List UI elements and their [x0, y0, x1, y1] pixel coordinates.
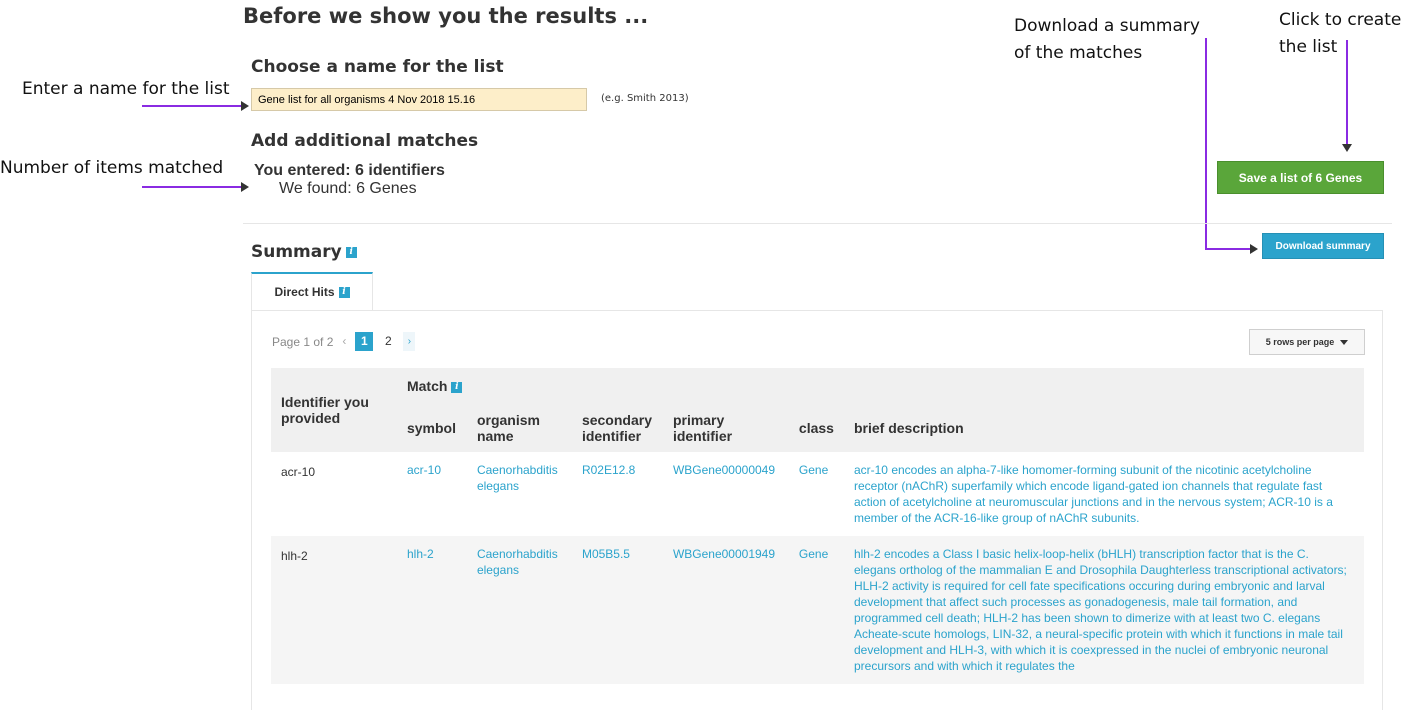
organism-link[interactable]: Caenorhabditis elegans	[466, 536, 572, 684]
column-header-primary: primary identifier	[662, 404, 789, 452]
identifier-cell: acr-10	[271, 452, 397, 536]
annotation-create-line1: Click to create	[1279, 10, 1402, 30]
primary-identifier-link[interactable]: WBGene00000049	[662, 452, 789, 536]
column-header-description: brief description	[843, 404, 1364, 452]
list-name-example: (e.g. Smith 2013)	[601, 93, 689, 104]
description-link[interactable]: acr-10 encodes an alpha-7-like homomer-f…	[843, 452, 1364, 536]
table-row: acr-10 acr-10 Caenorhabditis elegans R02…	[271, 452, 1364, 536]
arrow-down-icon	[1342, 144, 1352, 152]
page-button-1[interactable]: 1	[355, 332, 374, 351]
next-page-button[interactable]: ›	[403, 332, 416, 351]
match-header-label: Match	[406, 378, 448, 394]
rows-per-page-select[interactable]: 5 rows per page	[1249, 329, 1365, 355]
caret-down-icon	[1340, 339, 1349, 345]
annotation-line-create	[1346, 40, 1348, 144]
arrow-right-icon	[241, 101, 249, 111]
class-link[interactable]: Gene	[788, 536, 844, 684]
page-title: Before we show you the results ...	[243, 4, 649, 28]
divider	[243, 223, 1392, 224]
download-summary-button[interactable]: Download summary	[1262, 233, 1384, 259]
annotation-create-line2: the list	[1279, 37, 1338, 57]
match-column-header: Match i	[396, 368, 1364, 404]
column-header-secondary: secondary identifier	[571, 404, 663, 452]
secondary-identifier-link[interactable]: M05B5.5	[571, 536, 663, 684]
tab-direct-hits-label: Direct Hits	[274, 285, 335, 299]
list-name-input[interactable]	[251, 88, 587, 111]
annotation-line-download-horizontal	[1205, 248, 1250, 250]
page-button-2[interactable]: 2	[379, 332, 397, 351]
list-name-heading: Choose a name for the list	[251, 57, 504, 77]
annotation-items-matched: Number of items matched	[0, 158, 224, 178]
arrow-right-icon	[241, 182, 249, 192]
annotation-enter-name: Enter a name for the list	[22, 79, 230, 99]
column-header-organism: organism name	[466, 404, 572, 452]
results-table: Identifier you provided Match i symbol o…	[271, 368, 1364, 684]
column-header-symbol: symbol	[396, 404, 467, 452]
class-link[interactable]: Gene	[788, 452, 844, 536]
additional-matches-heading: Add additional matches	[251, 131, 479, 151]
summary-heading-label: Summary	[251, 242, 342, 262]
info-icon[interactable]: i	[338, 286, 350, 298]
rows-per-page-label: 5 rows per page	[1265, 337, 1335, 347]
annotation-download-line1: Download a summary	[1014, 16, 1200, 36]
annotation-line-enter-name	[142, 105, 241, 107]
pagination: Page 1 of 2 ‹ 1 2 ›	[272, 332, 416, 351]
identifier-cell: hlh-2	[271, 536, 397, 684]
column-header-class: class	[788, 404, 844, 452]
prev-page-button[interactable]: ‹	[339, 332, 349, 351]
tab-direct-hits[interactable]: Direct Hits i	[251, 272, 373, 310]
entered-count: You entered: 6 identifiers	[254, 162, 445, 179]
identifier-column-header: Identifier you provided	[271, 368, 397, 452]
arrow-right-icon	[1250, 244, 1258, 254]
summary-heading: Summary i	[251, 242, 357, 262]
annotation-download-line2: of the matches	[1014, 43, 1143, 63]
page-label: Page 1 of 2	[272, 334, 334, 349]
symbol-link[interactable]: acr-10	[396, 452, 467, 536]
annotation-line-items-matched	[142, 186, 241, 188]
annotation-line-download-vertical	[1205, 38, 1207, 249]
info-icon[interactable]: i	[451, 381, 463, 393]
found-count: We found: 6 Genes	[279, 180, 417, 197]
save-list-button[interactable]: Save a list of 6 Genes	[1217, 161, 1384, 194]
organism-link[interactable]: Caenorhabditis elegans	[466, 452, 572, 536]
description-link[interactable]: hlh-2 encodes a Class I basic helix-loop…	[843, 536, 1364, 684]
secondary-identifier-link[interactable]: R02E12.8	[571, 452, 663, 536]
symbol-link[interactable]: hlh-2	[396, 536, 467, 684]
info-icon[interactable]: i	[345, 246, 357, 258]
primary-identifier-link[interactable]: WBGene00001949	[662, 536, 789, 684]
table-row: hlh-2 hlh-2 Caenorhabditis elegans M05B5…	[271, 536, 1364, 684]
